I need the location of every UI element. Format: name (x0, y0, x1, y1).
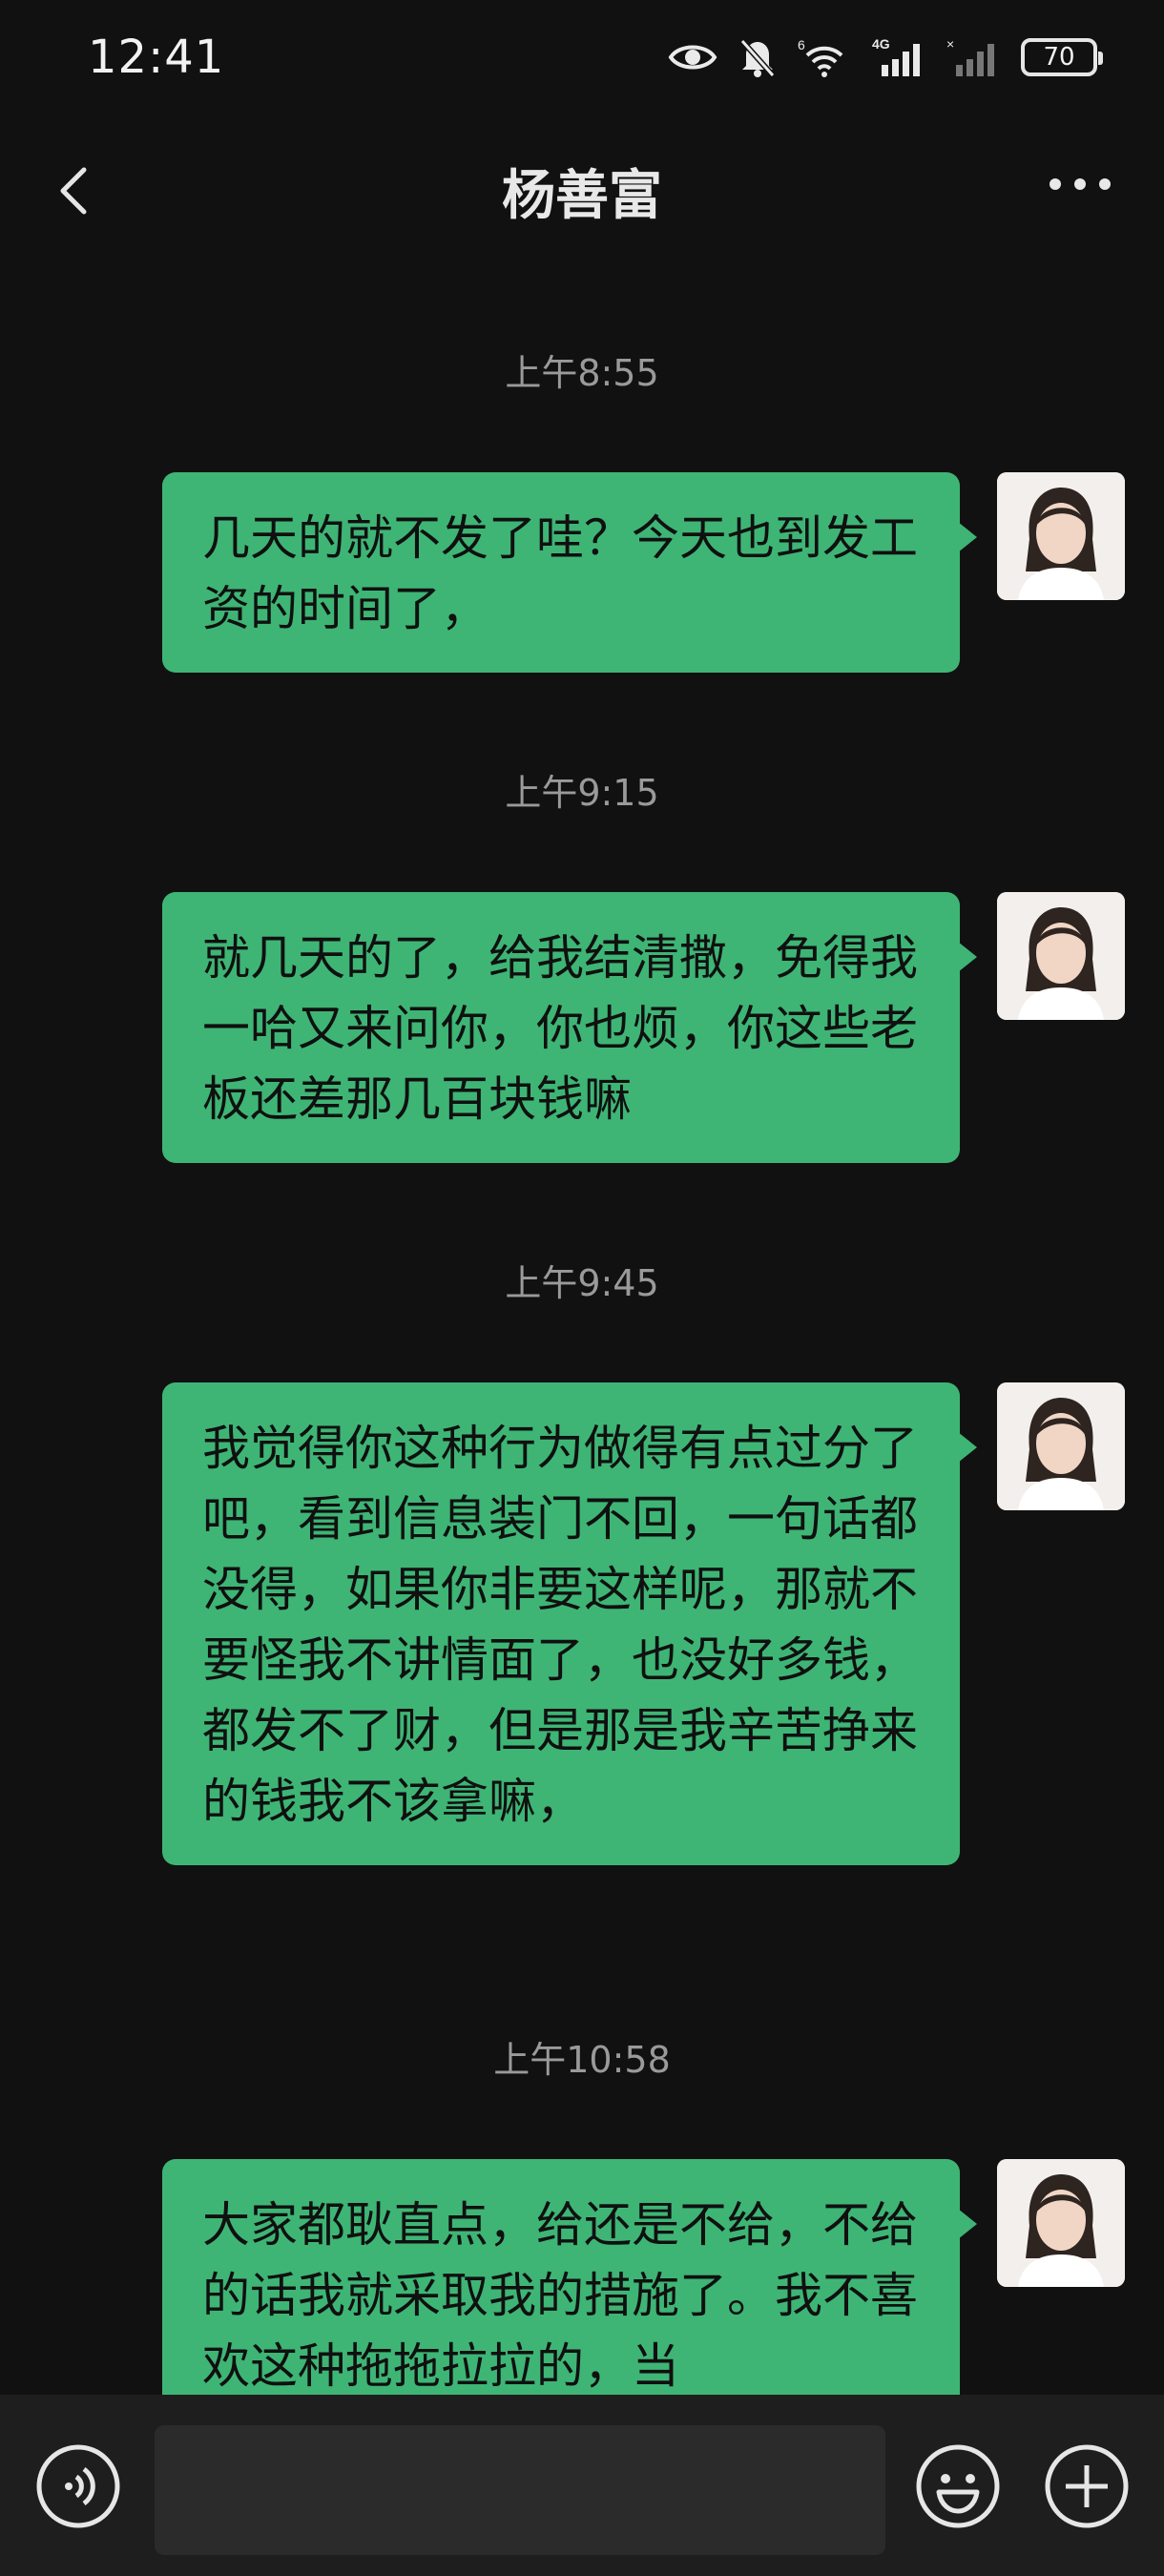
battery-icon: 70 (1021, 38, 1103, 76)
eye-icon (668, 45, 717, 70)
battery-level: 70 (1043, 43, 1075, 72)
more-dots-icon[interactable] (1050, 170, 1116, 198)
message-bubble[interactable]: 我觉得你这种行为做得有点过分了吧，看到信息装门不回，一句话都没得，如果你非要这样… (162, 1382, 977, 1865)
svg-text:×: × (946, 36, 954, 52)
nav-bar: 杨善富 (0, 134, 1164, 248)
plus-icon[interactable] (1043, 2442, 1131, 2530)
signal-4g-icon: 4G (872, 36, 920, 76)
avatar-image (997, 1382, 1125, 1510)
bell-muted-icon (739, 39, 776, 77)
avatar[interactable] (997, 892, 1125, 1020)
emoji-icon[interactable] (914, 2442, 1002, 2530)
message-timestamp: 上午9:45 (505, 1262, 659, 1304)
avatar-image (997, 892, 1125, 1020)
avatar-image (997, 472, 1125, 600)
message-bubble[interactable]: 几天的就不发了哇？今天也到发工资的时间了， (162, 472, 977, 673)
status-time: 12:41 (88, 31, 225, 84)
message-input[interactable] (155, 2425, 885, 2555)
message-bubble[interactable]: 就几天的了，给我结清撒，免得我一哈又来问你，你也烦，你这些老板还差那几百块钱嘛 (162, 892, 977, 1163)
message-bubble[interactable]: 大家都耿直点，给还是不给，不给的话我就采取我的措施了。我不喜欢这种拖拖拉拉的，当 (162, 2159, 977, 2430)
avatar[interactable] (997, 2159, 1125, 2287)
status-bar: 12:41 6 4G × 70 (0, 0, 1164, 114)
signal-no-service-icon: × (946, 36, 994, 76)
message-timestamp: 上午10:58 (493, 2039, 671, 2081)
voice-icon[interactable] (34, 2442, 122, 2530)
message-timestamp: 上午8:55 (505, 352, 659, 394)
status-icons: 6 4G × 70 (668, 36, 1103, 78)
chat-title: 杨善富 (502, 165, 662, 227)
avatar-image (997, 2159, 1125, 2287)
avatar[interactable] (997, 1382, 1125, 1510)
message-timestamp: 上午9:15 (505, 772, 659, 814)
wifi-6-icon: 6 (798, 37, 843, 77)
avatar[interactable] (997, 472, 1125, 600)
svg-text:4G: 4G (872, 36, 890, 52)
svg-text:6: 6 (798, 37, 805, 52)
input-bar (0, 2395, 1164, 2576)
